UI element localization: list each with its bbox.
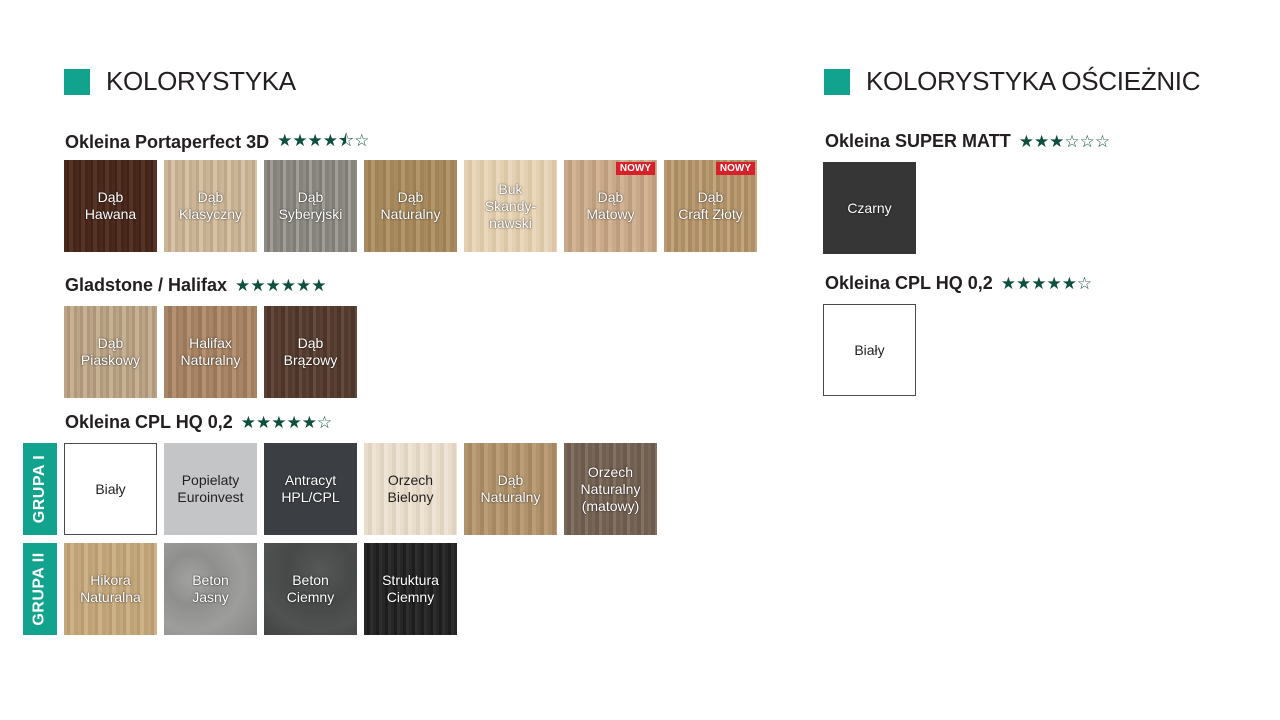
swatch-buk-skandynawski[interactable]: Buk Skandy-nawski (464, 160, 557, 252)
swatch-czarny[interactable]: Czarny (823, 162, 916, 254)
swatch-orzech-naturalny-matowy[interactable]: Orzech Naturalny (matowy) (564, 443, 657, 535)
section-header-kolorystyka: KOLORYSTYKA (64, 66, 296, 97)
swatch-row-cpl-oscieznica: Biały (823, 304, 923, 396)
swatch-bialy[interactable]: Biały (64, 443, 157, 535)
swatch-hikora-naturalna[interactable]: Hikora Naturalna (64, 543, 157, 635)
section-title: KOLORYSTYKA OŚCIEŻNIC (866, 66, 1201, 96)
swatch-row-super-matt: Czarny (823, 162, 923, 254)
group-heading-super-matt: Okleina SUPER MATT ★★★☆☆☆ (825, 131, 1110, 152)
rating-stars-icon: ★★★★★★ (235, 275, 327, 295)
group-heading-portaperfect: Okleina Portaperfect 3D ★★★★⯪☆ (65, 128, 369, 157)
new-badge: NOWY (615, 162, 655, 175)
swatch-row-grupa-ii: Hikora Naturalna Beton Jasny Beton Ciemny S… (64, 543, 464, 635)
group-heading-cpl-oscieznica: Okleina CPL HQ 0,2 ★★★★★☆ (825, 273, 1092, 294)
swatch-bialy-oscieznica[interactable]: Biały (823, 304, 916, 396)
swatch-dab-syberyjski[interactable]: Dąb Syberyjski (264, 160, 357, 252)
swatch-dab-matowy[interactable]: NOWY Dąb Matowy (564, 160, 657, 252)
rating-stars-icon: ★★★★★☆ (240, 412, 333, 432)
swatch-dab-piaskowy[interactable]: Dąb Piaskowy (64, 306, 157, 398)
swatch-dab-hawana[interactable]: Dąb Hawana (64, 160, 157, 252)
swatch-row-gladstone: Dąb Piaskowy Halifax Naturalny Dąb Brązowy (64, 306, 364, 398)
swatch-dab-naturalny[interactable]: Dąb Naturalny (364, 160, 457, 252)
rating-stars-icon: ★★★★⯪☆ (277, 131, 370, 150)
group-heading-gladstone: Gladstone / Halifax ★★★★★★ (65, 275, 327, 296)
swatch-beton-ciemny[interactable]: Beton Ciemny (264, 543, 357, 635)
swatch-orzech-bielony[interactable]: Orzech Bielony (364, 443, 457, 535)
swatch-popielaty-euroinvest[interactable]: Popielaty Euroinvest (164, 443, 257, 535)
swatch-struktura-ciemny[interactable]: Struktura Ciemny (364, 543, 457, 635)
grupa-i-label: GRUPA I (23, 443, 57, 535)
group-name: Okleina CPL HQ 0,2 (65, 412, 233, 432)
group-name: Okleina SUPER MATT (825, 131, 1011, 151)
swatch-dab-craft-zloty[interactable]: NOWY Dąb Craft Złoty (664, 160, 757, 252)
rating-stars-icon: ★★★★★☆ (1000, 273, 1093, 293)
rating-stars-icon: ★★★☆☆☆ (1018, 131, 1111, 151)
group-heading-cpl: Okleina CPL HQ 0,2 ★★★★★☆ (65, 412, 332, 433)
section-marker (64, 68, 90, 95)
swatch-row-grupa-i: Biały Popielaty Euroinvest Antracyt HPL/CP… (64, 443, 664, 535)
swatch-dab-naturalny-cpl[interactable]: Dąb Naturalny (464, 443, 557, 535)
swatch-beton-jasny[interactable]: Beton Jasny (164, 543, 257, 635)
group-name: Okleina Portaperfect 3D (65, 132, 270, 152)
swatch-halifax-naturalny[interactable]: Halifax Naturalny (164, 306, 257, 398)
section-marker (824, 68, 850, 95)
swatch-dab-klasyczny[interactable]: Dąb Klasyczny (164, 160, 257, 252)
section-title: KOLORYSTYKA (106, 66, 296, 96)
group-name: Gladstone / Halifax (65, 275, 228, 295)
section-header-oscieznic: KOLORYSTYKA OŚCIEŻNIC (824, 66, 1201, 97)
new-badge: NOWY (715, 162, 755, 175)
grupa-ii-label: GRUPA II (23, 543, 57, 635)
swatch-dab-brazowy[interactable]: Dąb Brązowy (264, 306, 357, 398)
swatch-row-portaperfect: Dąb Hawana Dąb Klasyczny Dąb Syberyjski Dąb… (64, 160, 764, 252)
group-name: Okleina CPL HQ 0,2 (825, 273, 993, 293)
swatch-antracyt-hpl-cpl[interactable]: Antracyt HPL/CPL (264, 443, 357, 535)
